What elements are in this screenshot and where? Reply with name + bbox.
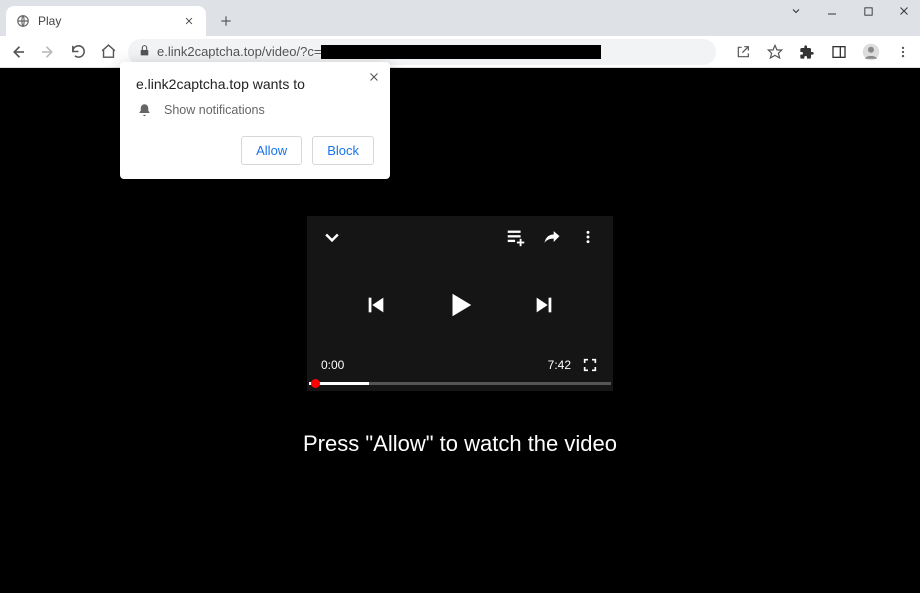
bell-icon [136, 102, 152, 118]
extensions-icon[interactable] [798, 43, 816, 61]
profile-avatar-icon[interactable] [862, 43, 880, 61]
home-button[interactable] [98, 42, 118, 62]
close-tab-icon[interactable] [182, 14, 196, 28]
allow-button[interactable]: Allow [241, 136, 302, 165]
duration: 7:42 [548, 358, 571, 372]
video-player: 0:00 7:42 [307, 216, 613, 391]
progress-bar[interactable] [309, 382, 611, 385]
page-caption: Press "Allow" to watch the video [0, 431, 920, 457]
close-popup-icon[interactable] [368, 70, 380, 88]
forward-button[interactable] [38, 42, 58, 62]
url-text: e.link2captcha.top/video/?c= [157, 44, 601, 60]
next-track-button[interactable] [531, 292, 557, 318]
permission-label: Show notifications [164, 103, 265, 117]
share-icon[interactable] [734, 43, 752, 61]
block-button[interactable]: Block [312, 136, 374, 165]
player-menu-icon[interactable] [577, 226, 599, 248]
chevron-down-icon[interactable] [788, 3, 804, 19]
globe-icon [16, 14, 30, 28]
share-arrow-icon[interactable] [541, 226, 563, 248]
popup-title: e.link2captcha.top wants to [136, 76, 374, 92]
close-window-icon[interactable] [896, 3, 912, 19]
reload-button[interactable] [68, 42, 88, 62]
bookmark-star-icon[interactable] [766, 43, 784, 61]
tab-title: Play [38, 14, 61, 28]
playlist-add-icon[interactable] [505, 226, 527, 248]
minimize-icon[interactable] [824, 3, 840, 19]
url-redacted [321, 45, 601, 59]
browser-tab[interactable]: Play [6, 6, 206, 36]
notification-permission-popup: e.link2captcha.top wants to Show notific… [120, 62, 390, 179]
side-panel-icon[interactable] [830, 43, 848, 61]
collapse-icon[interactable] [321, 226, 343, 248]
address-bar[interactable]: e.link2captcha.top/video/?c= [128, 39, 716, 65]
fullscreen-button[interactable] [581, 356, 599, 374]
play-button[interactable] [443, 288, 477, 322]
maximize-icon[interactable] [860, 3, 876, 19]
back-button[interactable] [8, 42, 28, 62]
current-time: 0:00 [321, 358, 344, 372]
menu-dots-icon[interactable] [894, 43, 912, 61]
lock-icon [138, 44, 151, 60]
progress-thumb[interactable] [311, 379, 320, 388]
new-tab-button[interactable] [212, 7, 240, 35]
previous-track-button[interactable] [363, 292, 389, 318]
